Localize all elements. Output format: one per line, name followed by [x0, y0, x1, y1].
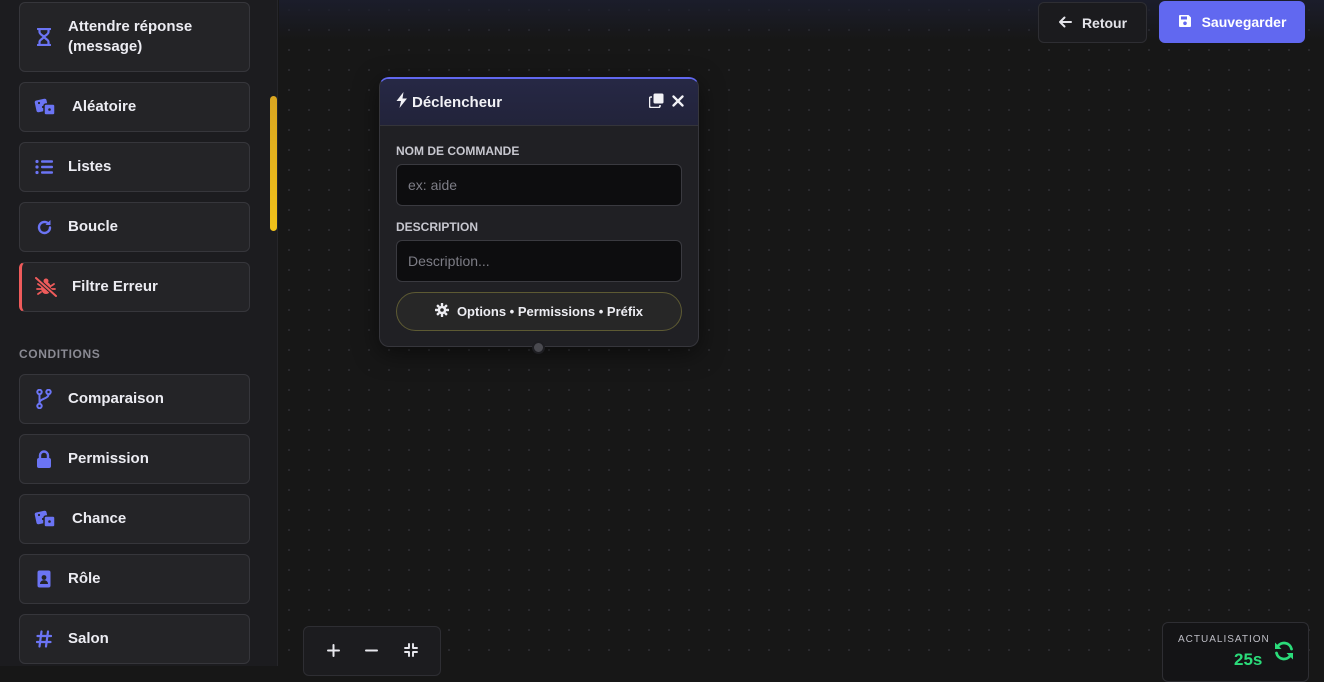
dice-icon	[34, 509, 58, 529]
zoom-out-icon[interactable]	[360, 638, 384, 662]
trigger-node[interactable]: Déclencheur NOM DE COMMANDE DESCRIPTION …	[379, 77, 699, 347]
close-icon[interactable]	[672, 94, 684, 111]
section-title-conditions: CONDITIONS	[19, 347, 101, 361]
sidebar-item-chance[interactable]: Chance	[19, 494, 250, 544]
sidebar: Attendre réponse (message) Aléatoire Lis…	[0, 0, 278, 666]
id-badge-icon	[34, 569, 54, 589]
save-button-label: Sauvegarder	[1201, 14, 1287, 30]
refresh-countdown: 25s	[1234, 650, 1263, 669]
description-label: DESCRIPTION	[396, 220, 479, 234]
code-branch-icon	[34, 389, 54, 409]
floppy-disk-icon	[1178, 14, 1192, 31]
refresh-indicator: ACTUALISATION 25s	[1162, 622, 1309, 682]
back-button[interactable]: Retour	[1038, 2, 1147, 43]
node-header[interactable]: Déclencheur	[380, 79, 698, 126]
back-button-label: Retour	[1081, 14, 1128, 31]
node-output-handle[interactable]	[532, 341, 545, 354]
sidebar-item-label: Attendre réponse (message)	[68, 18, 193, 55]
sidebar-item-permission[interactable]: Permission	[19, 434, 250, 484]
list-icon	[34, 157, 54, 177]
sidebar-item-role[interactable]: Rôle	[19, 554, 250, 604]
refresh-label: ACTUALISATION	[1178, 634, 1270, 645]
lock-icon	[34, 449, 54, 469]
bolt-icon	[396, 92, 408, 112]
sidebar-item-lists[interactable]: Listes	[19, 142, 250, 192]
sidebar-item-wait-response[interactable]: Attendre réponse (message)	[19, 2, 250, 72]
sidebar-item-random[interactable]: Aléatoire	[19, 82, 250, 132]
sidebar-item-label: Boucle	[68, 218, 119, 235]
command-name-input[interactable]	[396, 164, 682, 206]
command-name-label: NOM DE COMMANDE	[396, 144, 520, 158]
sidebar-item-label: Rôle	[68, 570, 101, 587]
zoom-in-icon[interactable]	[321, 638, 345, 662]
sidebar-item-label: Chance	[72, 510, 127, 527]
description-input[interactable]	[396, 240, 682, 282]
hashtag-icon	[34, 629, 54, 649]
node-title: Déclencheur	[412, 93, 503, 111]
sidebar-item-error-filter[interactable]: Filtre Erreur	[19, 262, 250, 312]
duplicate-icon[interactable]	[648, 93, 664, 112]
options-button-label: Options • Permissions • Préfix	[456, 304, 644, 319]
loop-icon	[34, 217, 54, 237]
save-button[interactable]: Sauvegarder	[1159, 1, 1305, 43]
dice-icon	[34, 97, 58, 117]
sidebar-item-label: Aléatoire	[72, 98, 137, 115]
sidebar-item-label: Listes	[68, 158, 112, 175]
sidebar-item-loop[interactable]: Boucle	[19, 202, 250, 252]
sidebar-item-label: Salon	[68, 630, 109, 647]
sidebar-item-label: Filtre Erreur	[72, 278, 158, 295]
sidebar-item-channel[interactable]: Salon	[19, 614, 250, 664]
sync-icon[interactable]	[1273, 640, 1295, 667]
sidebar-item-comparison[interactable]: Comparaison	[19, 374, 250, 424]
sidebar-scrollbar[interactable]	[270, 96, 277, 231]
zoom-controls	[303, 626, 441, 676]
gear-icon	[434, 303, 449, 320]
arrow-left-icon	[1058, 15, 1072, 31]
sidebar-item-label: Permission	[68, 450, 149, 467]
options-button[interactable]: Options • Permissions • Préfix	[396, 292, 682, 331]
hourglass-icon	[34, 27, 54, 47]
sidebar-item-label: Comparaison	[68, 390, 164, 407]
bug-slash-icon	[34, 277, 58, 297]
fit-view-icon[interactable]	[399, 638, 423, 662]
